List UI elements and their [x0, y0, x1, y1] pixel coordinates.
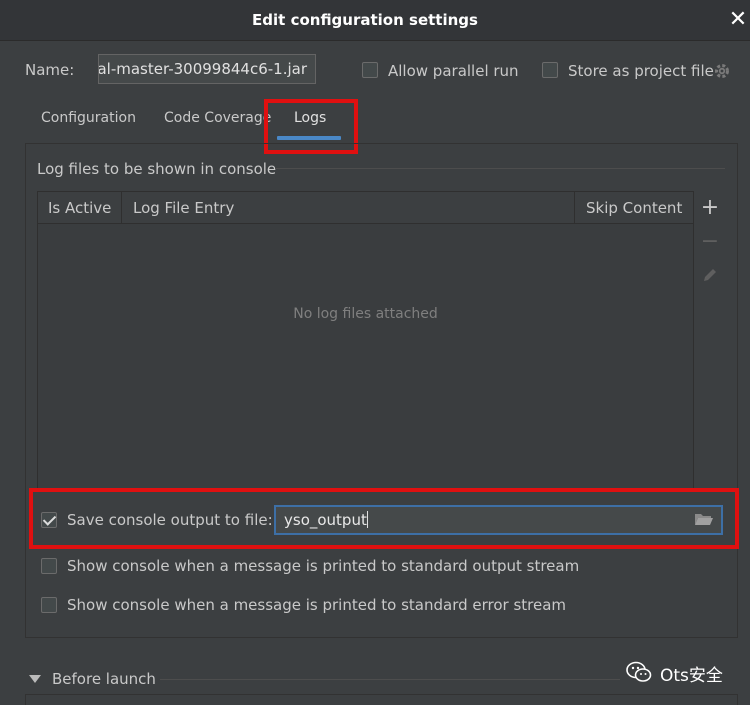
output-file-value: yso_output: [284, 511, 367, 529]
column-log-file-entry[interactable]: Log File Entry: [133, 199, 234, 217]
column-separator: [574, 192, 575, 223]
store-as-project-file-checkbox[interactable]: [542, 62, 558, 78]
name-input[interactable]: al-master-30099844c6-1.jar: [98, 54, 316, 84]
close-icon[interactable]: ✕: [728, 8, 748, 32]
name-label: Name:: [25, 61, 75, 79]
before-launch-panel: [25, 694, 738, 705]
output-file-input[interactable]: yso_output: [274, 505, 723, 535]
allow-parallel-run-label: Allow parallel run: [388, 62, 519, 80]
watermark-text: Ots安全: [660, 666, 723, 686]
text-caret: [366, 511, 368, 528]
show-console-stdout-label: Show console when a message is printed t…: [67, 557, 580, 575]
section-title: Log files to be shown in console: [37, 160, 277, 178]
wechat-icon: [626, 661, 652, 682]
save-console-label: Save console output to file:: [67, 511, 273, 529]
show-console-stdout-checkbox[interactable]: [41, 558, 57, 574]
column-separator: [121, 192, 122, 223]
column-skip-content[interactable]: Skip Content: [586, 199, 682, 217]
tab-code-coverage[interactable]: Code Coverage: [164, 110, 271, 126]
allow-parallel-run-checkbox[interactable]: [362, 62, 378, 78]
section-divider: [275, 168, 725, 169]
name-value: al-master-30099844c6-1.jar: [98, 60, 307, 78]
column-is-active[interactable]: Is Active: [48, 199, 111, 217]
show-console-stderr-label: Show console when a message is printed t…: [67, 596, 567, 614]
minus-icon[interactable]: −: [698, 230, 722, 254]
log-files-table[interactable]: [37, 191, 694, 491]
gear-icon[interactable]: [713, 62, 731, 80]
pencil-icon[interactable]: [701, 266, 719, 284]
before-launch-label[interactable]: Before launch: [52, 670, 156, 688]
show-console-stderr-checkbox[interactable]: [41, 597, 57, 613]
chevron-down-icon[interactable]: [29, 675, 41, 683]
store-as-project-file-label: Store as project file: [568, 62, 714, 80]
tab-configuration[interactable]: Configuration: [41, 110, 136, 126]
folder-icon[interactable]: [694, 511, 714, 527]
plus-icon[interactable]: +: [698, 196, 722, 220]
empty-table-text: No log files attached: [293, 306, 438, 322]
save-console-checkbox[interactable]: [41, 512, 57, 528]
dialog-title: Edit configuration settings: [252, 11, 478, 29]
